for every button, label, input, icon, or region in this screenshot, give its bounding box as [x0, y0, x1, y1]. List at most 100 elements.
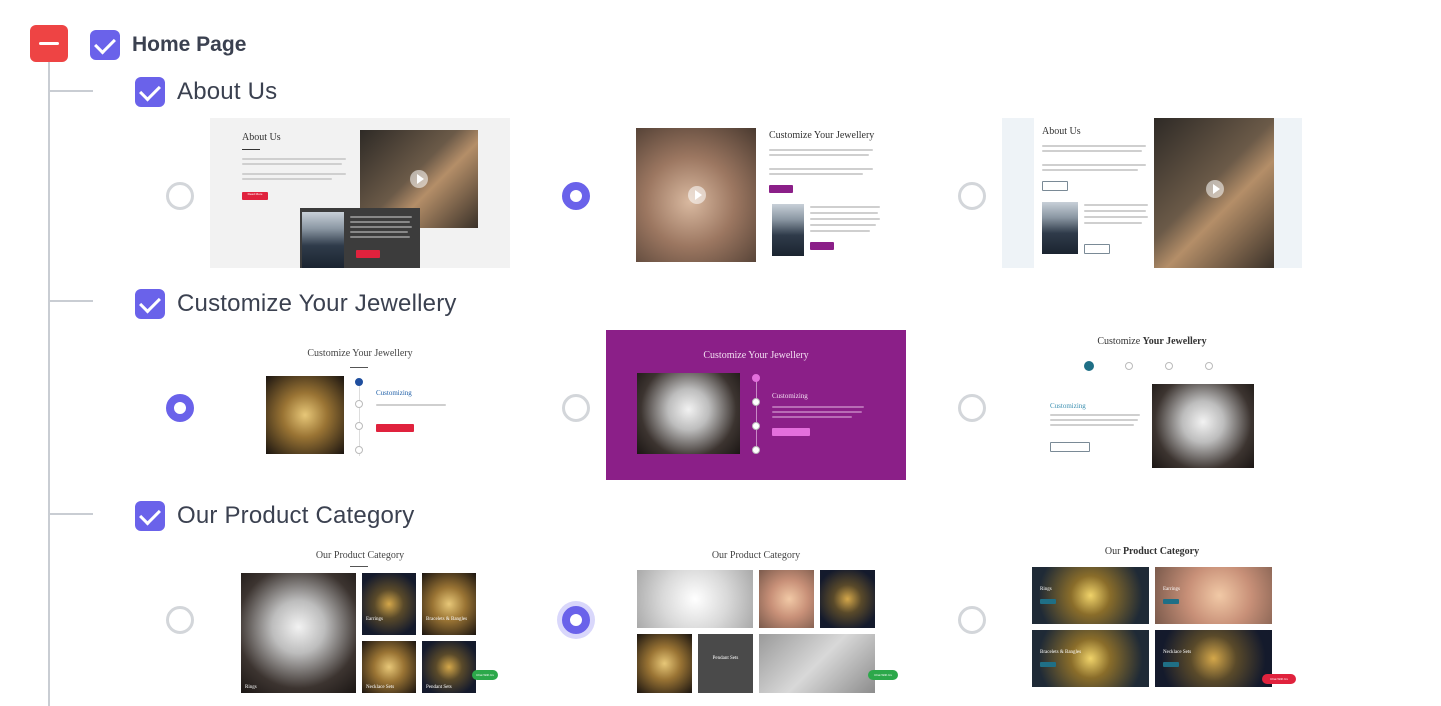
- about-us-option-1-preview[interactable]: About Us Read More: [210, 118, 510, 268]
- text-line: [1050, 414, 1140, 416]
- text-line: [810, 212, 878, 214]
- preview-title: About Us: [1042, 126, 1081, 137]
- text-line: [1042, 164, 1146, 166]
- customize-option-2-preview[interactable]: Customize Your Jewellery Customizing: [606, 330, 906, 480]
- customize-button: [1050, 442, 1090, 452]
- founder-card: [300, 208, 420, 268]
- step-3: [752, 422, 760, 430]
- bracelets-tile: [820, 570, 875, 628]
- customize-option-2-radio[interactable]: [562, 394, 590, 422]
- step-4: [1205, 362, 1213, 370]
- step-title: Customizing: [1050, 402, 1086, 410]
- text-line: [1042, 169, 1138, 171]
- about-us-option-1-radio[interactable]: [166, 182, 194, 210]
- tree-branch: [49, 513, 93, 515]
- step-title: Customizing: [376, 389, 412, 397]
- ring-photo: [637, 373, 740, 454]
- product-category-label: Our Product Category: [177, 502, 415, 529]
- text-line: [350, 221, 410, 223]
- step-line: [359, 380, 360, 456]
- step-2: [752, 398, 760, 406]
- pendant-tile: Pendant Sets: [422, 641, 476, 693]
- customize-jewellery-label: Customize Your Jewellery: [177, 290, 457, 317]
- preview-title: Our Product Category: [711, 550, 801, 561]
- text-line: [350, 226, 412, 228]
- contact-us-button: [810, 242, 834, 250]
- about-us-label: About Us: [177, 78, 278, 105]
- text-line: [772, 416, 852, 418]
- tree-line: [48, 62, 50, 706]
- product-category-checkbox[interactable]: [135, 501, 165, 531]
- customize-option-3-radio[interactable]: [958, 394, 986, 422]
- shop-now-button: [1040, 599, 1056, 604]
- shop-now-button: [1163, 599, 1179, 604]
- text-line: [242, 158, 346, 160]
- read-more-button: Read More: [242, 192, 268, 200]
- jeweller-photo: [1154, 118, 1274, 268]
- read-more-button: [1042, 181, 1068, 191]
- text-line: [1042, 150, 1142, 152]
- pendant-tile: Pendant Sets: [698, 634, 753, 693]
- text-line: [769, 173, 863, 175]
- preview-title: Our Product Category: [315, 550, 405, 561]
- text-line: [350, 236, 410, 238]
- preview-title: Customize Your Jewellery: [769, 130, 875, 141]
- about-us-option-2-preview[interactable]: Customize Your Jewellery: [606, 118, 906, 268]
- ring-photo: [1152, 384, 1254, 468]
- about-us-checkbox[interactable]: [135, 77, 165, 107]
- product-category-option-1-radio[interactable]: [166, 606, 194, 634]
- product-category-option-2-preview[interactable]: Our Product Category Pendant Sets Chat W…: [606, 543, 906, 693]
- chat-with-us-button: Chat With Us: [472, 670, 498, 680]
- step-2: [355, 400, 363, 408]
- text-line: [769, 149, 873, 151]
- preview-title: Our Product Category: [1104, 546, 1200, 557]
- customize-jewellery-checkbox[interactable]: [135, 289, 165, 319]
- text-line: [1084, 204, 1148, 206]
- preview-title: Customize Your Jewellery: [703, 350, 809, 361]
- necklace-tile: [637, 634, 692, 693]
- step-3: [1165, 362, 1173, 370]
- about-us-option-2-radio[interactable]: [562, 182, 590, 210]
- customize-option-1-radio[interactable]: [166, 394, 194, 422]
- text-line: [376, 404, 446, 406]
- product-category-option-3-preview[interactable]: Our Product Category Rings Earrings Brac…: [1002, 543, 1302, 693]
- customize-option-1-preview[interactable]: Customize Your Jewellery Customizing: [210, 330, 510, 476]
- earrings-tile: Earrings: [362, 573, 416, 635]
- read-more-button: [769, 185, 793, 193]
- preview-title: Customize Your Jewellery: [307, 348, 413, 359]
- chat-with-us-button: Chat With Us: [868, 670, 898, 680]
- collapse-button[interactable]: [30, 25, 68, 62]
- chain-tile: [759, 634, 875, 693]
- step-line: [756, 376, 757, 452]
- customize-button: [772, 428, 810, 436]
- customize-option-3-preview[interactable]: Customize Your Jewellery Customizing: [1002, 330, 1302, 480]
- hands-photo: [636, 128, 756, 262]
- step-3: [355, 422, 363, 430]
- shop-now-button: [1040, 662, 1056, 667]
- step-1: [752, 374, 760, 382]
- home-page-checkbox[interactable]: [90, 30, 120, 60]
- product-category-option-1-preview[interactable]: Our Product Category Rings Earrings Brac…: [210, 543, 510, 693]
- about-us-option-3-radio[interactable]: [958, 182, 986, 210]
- bracelets-tile: Bracelets & Bangles: [1032, 630, 1149, 687]
- text-line: [242, 163, 342, 165]
- play-icon: [410, 170, 428, 188]
- text-line: [769, 154, 869, 156]
- step-1: [1084, 361, 1094, 371]
- rings-tile: Rings: [241, 573, 356, 693]
- tree-branch: [49, 90, 93, 92]
- text-line: [1084, 222, 1142, 224]
- tree-branch: [49, 300, 93, 302]
- ring-photo: [266, 376, 344, 454]
- founder-photo: [772, 204, 804, 256]
- title-underline: [242, 149, 260, 150]
- chat-with-us-button: Chat With Us: [1262, 674, 1296, 684]
- product-category-option-2-radio[interactable]: [562, 606, 590, 634]
- text-line: [810, 218, 880, 220]
- text-line: [242, 178, 332, 180]
- text-line: [772, 406, 864, 408]
- founder-photo: [302, 212, 344, 268]
- product-category-option-3-radio[interactable]: [958, 606, 986, 634]
- about-us-option-3-preview[interactable]: About Us: [1002, 118, 1302, 268]
- text-line: [1084, 210, 1146, 212]
